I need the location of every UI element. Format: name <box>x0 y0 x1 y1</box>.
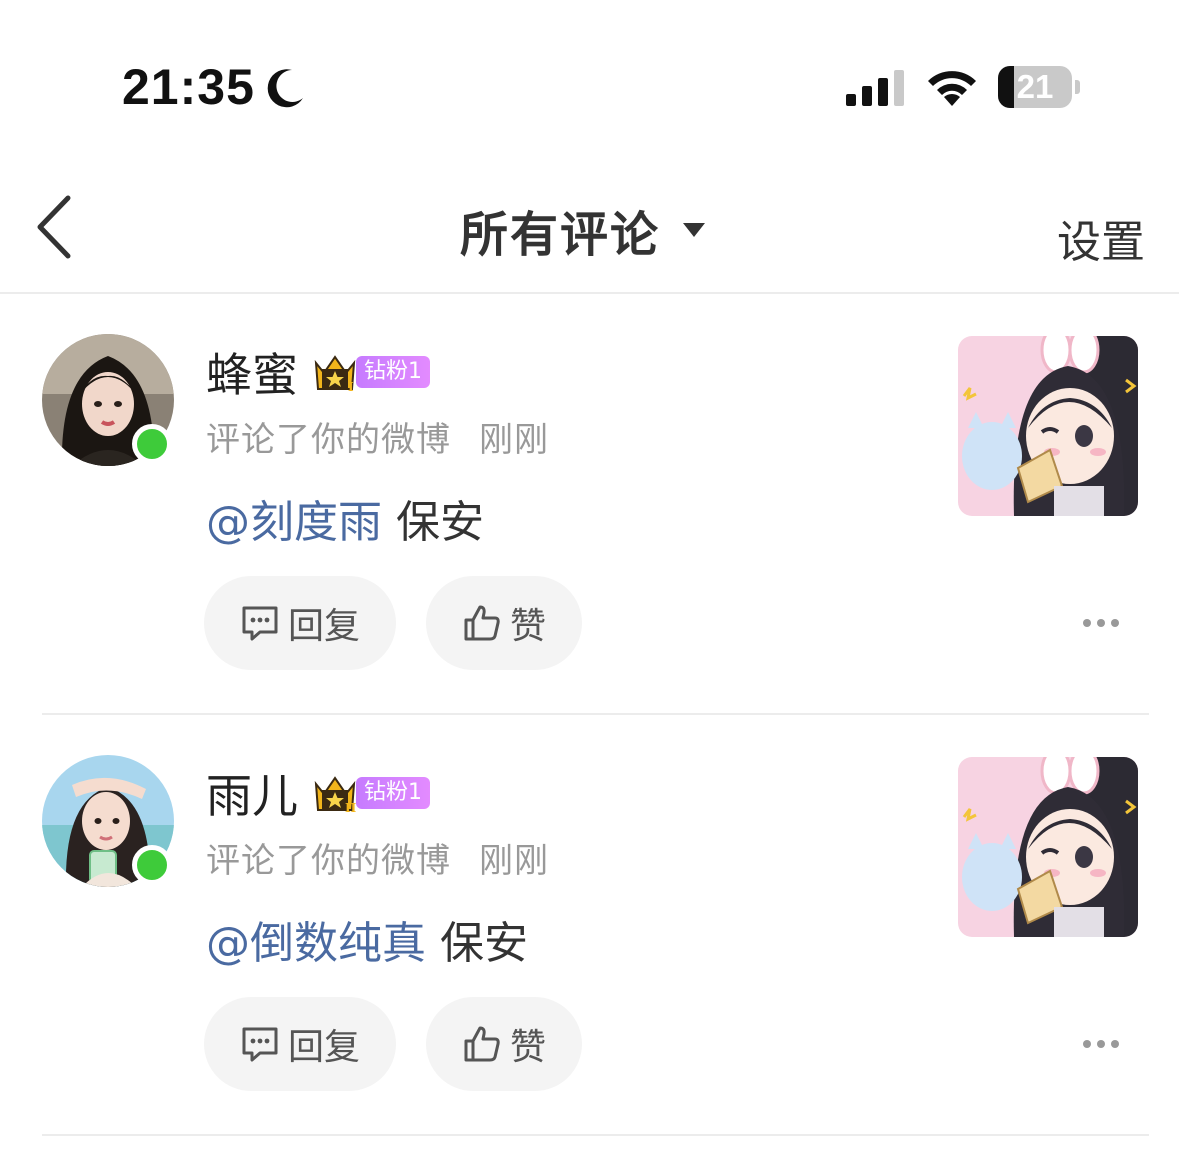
weibo-thumbnail[interactable] <box>958 336 1138 516</box>
cellular-signal-icon <box>846 70 904 106</box>
nav-bar: 所有评论 设置 <box>0 170 1179 294</box>
reply-button[interactable]: 回复 <box>204 997 396 1091</box>
status-time: 21:35 <box>122 59 255 115</box>
comment-text: 保安 <box>396 497 484 548</box>
crown-level: I <box>348 380 354 393</box>
comment-content: @刻度雨 保安 <box>206 486 484 550</box>
wifi-icon <box>928 71 976 106</box>
like-button[interactable]: 赞 <box>426 576 582 670</box>
reply-label: 回复 <box>287 606 360 647</box>
comment-filter-dropdown[interactable]: 所有评论 <box>460 198 706 263</box>
weibo-thumbnail[interactable] <box>958 757 1138 937</box>
caret-down-icon <box>683 223 706 237</box>
comment-item: 雨儿 II 钻粉1 评论了你的微博 刚刚 @倒数纯真 保安 回复 赞 <box>0 715 1179 1136</box>
comment-text: 保安 <box>440 918 528 969</box>
page-title: 所有评论 <box>460 207 661 263</box>
comment-meta: 评论了你的微博 刚刚 <box>206 833 549 882</box>
online-status-dot <box>132 424 172 464</box>
username-row: 蜂蜜 I 钻粉1 <box>206 342 430 402</box>
comment-time: 刚刚 <box>479 420 549 460</box>
reply-icon <box>242 1027 278 1062</box>
like-label: 赞 <box>509 1027 546 1068</box>
reply-label: 回复 <box>287 1027 360 1068</box>
settings-button[interactable]: 设置 <box>1057 206 1145 270</box>
divider <box>42 1134 1149 1136</box>
username[interactable]: 雨儿 <box>206 760 298 826</box>
reply-icon <box>242 606 278 641</box>
like-label: 赞 <box>509 606 546 647</box>
moon-icon <box>267 69 303 108</box>
crown-icon: II <box>314 776 357 814</box>
thumbs-up-icon <box>464 1026 500 1062</box>
comment-item: 蜂蜜 I 钻粉1 评论了你的微博 刚刚 @刻度雨 保安 回复 赞 <box>0 294 1179 715</box>
like-button[interactable]: 赞 <box>426 997 582 1091</box>
fan-badge: 钻粉1 <box>356 356 430 388</box>
mention-link[interactable]: @刻度雨 <box>206 497 382 548</box>
status-bar: 21:35 21 <box>0 0 1179 160</box>
online-status-dot <box>132 845 172 885</box>
reply-button[interactable]: 回复 <box>204 576 396 670</box>
battery-indicator: 21 <box>998 66 1082 108</box>
more-options-icon[interactable] <box>1082 1037 1120 1051</box>
mention-link[interactable]: @倒数纯真 <box>206 918 426 969</box>
fan-badge: 钻粉1 <box>356 777 430 809</box>
more-options-icon[interactable] <box>1082 616 1120 630</box>
comment-action-text: 评论了你的微博 <box>206 420 451 460</box>
battery-level-text: 21 <box>1016 68 1054 105</box>
thumbs-up-icon <box>464 605 500 641</box>
back-chevron-icon[interactable] <box>30 192 78 262</box>
comment-action-text: 评论了你的微博 <box>206 841 451 881</box>
comment-time: 刚刚 <box>479 841 549 881</box>
username[interactable]: 蜂蜜 <box>206 339 298 405</box>
crown-level: II <box>345 801 357 814</box>
username-row: 雨儿 II 钻粉1 <box>206 763 430 823</box>
crown-icon: I <box>314 355 356 393</box>
comment-content: @倒数纯真 保安 <box>206 907 528 971</box>
comment-meta: 评论了你的微博 刚刚 <box>206 412 549 461</box>
